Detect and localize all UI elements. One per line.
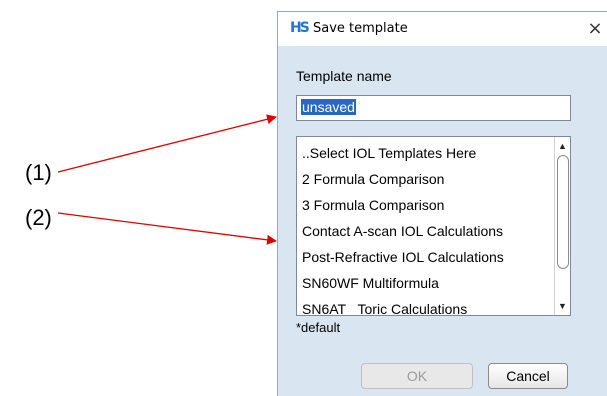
list-item[interactable]: ..Select IOL Templates Here bbox=[302, 145, 550, 171]
list-item[interactable]: 3 Formula Comparison bbox=[302, 197, 550, 223]
template-list[interactable]: ..Select IOL Templates Here 2 Formula Co… bbox=[296, 136, 571, 316]
app-logo-icon: HS bbox=[290, 20, 310, 36]
dialog-titlebar: HS Save template × bbox=[278, 12, 607, 46]
template-name-label: Template name bbox=[296, 68, 392, 84]
list-item[interactable]: Post-Refractive IOL Calculations bbox=[302, 249, 550, 275]
template-name-input[interactable]: unsaved bbox=[296, 95, 571, 121]
close-icon[interactable]: × bbox=[583, 18, 607, 40]
dialog-title: Save template bbox=[313, 21, 408, 36]
ok-button[interactable]: OK bbox=[361, 363, 473, 389]
scroll-thumb[interactable] bbox=[557, 155, 569, 269]
callout-arrow-2 bbox=[57, 212, 277, 245]
list-item[interactable]: SN60WF Multiformula bbox=[302, 275, 550, 301]
scroll-down-icon[interactable]: ▼ bbox=[555, 299, 570, 313]
cancel-button[interactable]: Cancel bbox=[488, 363, 568, 389]
list-item[interactable]: SN6AT_ Toric Calculations bbox=[302, 301, 550, 315]
list-item[interactable]: Contact A-scan IOL Calculations bbox=[302, 223, 550, 249]
list-scrollbar[interactable]: ▲ ▼ bbox=[554, 137, 570, 315]
default-note: *default bbox=[296, 320, 341, 335]
list-item[interactable]: 2 Formula Comparison bbox=[302, 171, 550, 197]
scroll-up-icon[interactable]: ▲ bbox=[555, 139, 570, 153]
callout-arrow-1 bbox=[57, 114, 277, 173]
template-name-value: unsaved bbox=[301, 99, 356, 115]
save-template-dialog: HS Save template × Template name unsaved… bbox=[277, 11, 607, 396]
